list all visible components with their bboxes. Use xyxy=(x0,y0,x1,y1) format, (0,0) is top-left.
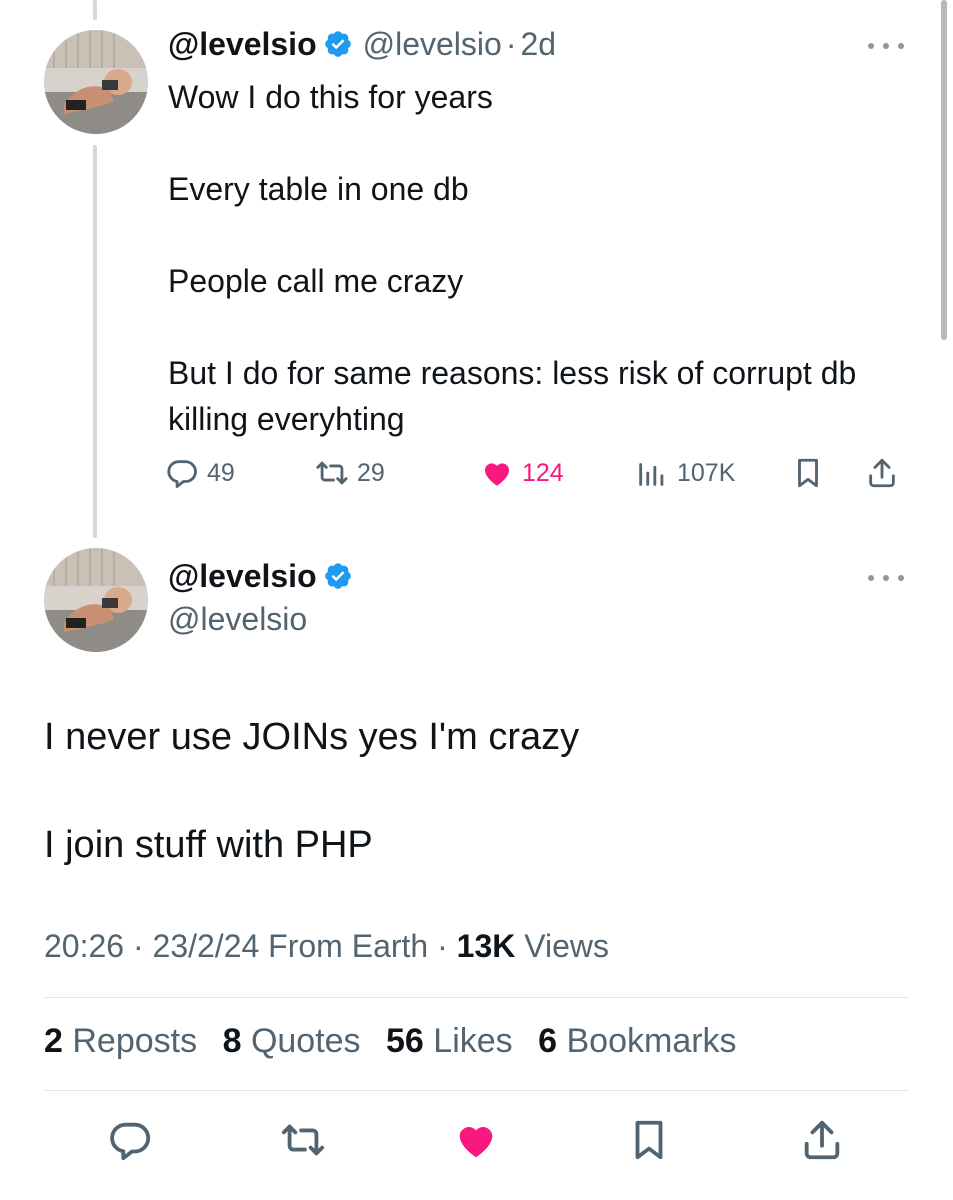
reply-button[interactable] xyxy=(105,1115,155,1165)
tweet-meta: 20:26 · 23/2/24 From Earth · 13K Views xyxy=(44,928,609,965)
quotes-label: Quotes xyxy=(250,1022,361,1060)
main-tweet-text: I never use JOINs yes I'm crazy I join s… xyxy=(44,710,904,872)
tweet-line: People call me crazy xyxy=(168,263,464,299)
reposts-stat[interactable]: 2 Reposts xyxy=(44,1022,197,1060)
tweet-line: Every table in one db xyxy=(168,171,469,207)
like-button[interactable] xyxy=(451,1115,501,1165)
likes-count: 56 xyxy=(386,1022,424,1060)
handle[interactable]: @levelsio xyxy=(363,26,502,62)
views-count: 107K xyxy=(677,458,736,487)
quotes-count: 8 xyxy=(222,1022,242,1060)
tweet-source: From Earth xyxy=(268,928,429,964)
likes-label: Likes xyxy=(433,1022,513,1060)
quotes-stat[interactable]: 8 Quotes xyxy=(223,1022,361,1060)
views-chart-icon xyxy=(639,463,664,486)
share-icon xyxy=(869,458,895,488)
tweet-line: But I do for same reasons: less risk of … xyxy=(168,355,857,437)
share-button[interactable] xyxy=(865,452,907,494)
separator: · xyxy=(505,26,517,62)
engagement-stats: 2 Reposts 8 Quotes 56 Likes 6 Bookmarks xyxy=(44,1022,753,1061)
more-dots-icon[interactable] xyxy=(868,40,904,52)
repost-button[interactable] xyxy=(278,1115,328,1165)
more-dots-icon[interactable] xyxy=(868,572,904,584)
thread-line-top xyxy=(93,0,97,20)
views-button[interactable]: 107K xyxy=(635,452,735,494)
share-button[interactable] xyxy=(797,1115,847,1165)
tweet-line: I never use JOINs yes I'm crazy xyxy=(44,716,580,758)
separator: · xyxy=(437,928,448,964)
bookmarks-label: Bookmarks xyxy=(566,1022,737,1060)
likes-stat[interactable]: 56 Likes xyxy=(386,1022,513,1060)
reposts-count: 2 xyxy=(44,1022,63,1060)
bookmarks-stat[interactable]: 6 Bookmarks xyxy=(538,1022,736,1060)
views-count: 13K xyxy=(456,928,516,964)
repost-icon xyxy=(281,1124,325,1156)
display-name[interactable]: @levelsio xyxy=(168,558,317,594)
tweet-age[interactable]: 2d xyxy=(520,26,556,62)
tweet-line: Wow I do this for years xyxy=(168,79,493,115)
share-icon xyxy=(804,1120,840,1160)
heart-icon xyxy=(459,1127,493,1158)
avatar-image xyxy=(44,548,148,652)
separator: · xyxy=(132,928,144,964)
bookmark-button[interactable] xyxy=(791,452,833,494)
avatar[interactable] xyxy=(44,548,148,652)
avatar-image xyxy=(44,30,148,134)
views-label: Views xyxy=(524,928,610,964)
repost-icon xyxy=(316,461,348,485)
avatar[interactable] xyxy=(44,30,148,134)
parent-tweet-header: @levelsio @levelsio · 2d xyxy=(168,26,556,63)
bookmark-icon xyxy=(798,458,818,488)
reposts-label: Reposts xyxy=(72,1022,198,1060)
main-tweet-actions xyxy=(0,1115,953,1165)
tweet-date[interactable]: 23/2/24 xyxy=(153,928,260,964)
main-tweet-header: @levelsio @levelsio xyxy=(168,558,353,638)
reply-count: 49 xyxy=(207,458,235,487)
parent-tweet-text: Wow I do this for years Every table in o… xyxy=(168,74,908,442)
like-button[interactable]: 124 xyxy=(480,452,564,494)
bookmark-icon xyxy=(635,1120,663,1160)
repost-button[interactable]: 29 xyxy=(315,452,385,494)
divider xyxy=(44,997,909,998)
parent-tweet-actions: 49 29 124 107K xyxy=(165,452,907,494)
tweet-time[interactable]: 20:26 xyxy=(44,928,124,964)
reply-icon xyxy=(167,460,197,488)
like-count: 124 xyxy=(522,458,564,487)
heart-icon xyxy=(484,463,510,486)
repost-count: 29 xyxy=(357,458,385,487)
scrollbar[interactable] xyxy=(941,0,947,340)
verified-badge-icon xyxy=(324,31,351,57)
thread-connector xyxy=(93,145,97,538)
tweet-line: I join stuff with PHP xyxy=(44,824,373,866)
bookmark-button[interactable] xyxy=(624,1115,674,1165)
verified-badge-icon xyxy=(324,563,351,589)
divider xyxy=(44,1090,909,1091)
handle[interactable]: @levelsio xyxy=(168,601,353,638)
display-name[interactable]: @levelsio xyxy=(168,26,317,62)
reply-button[interactable]: 49 xyxy=(165,452,235,494)
bookmarks-count: 6 xyxy=(538,1022,558,1060)
reply-icon xyxy=(110,1122,151,1161)
